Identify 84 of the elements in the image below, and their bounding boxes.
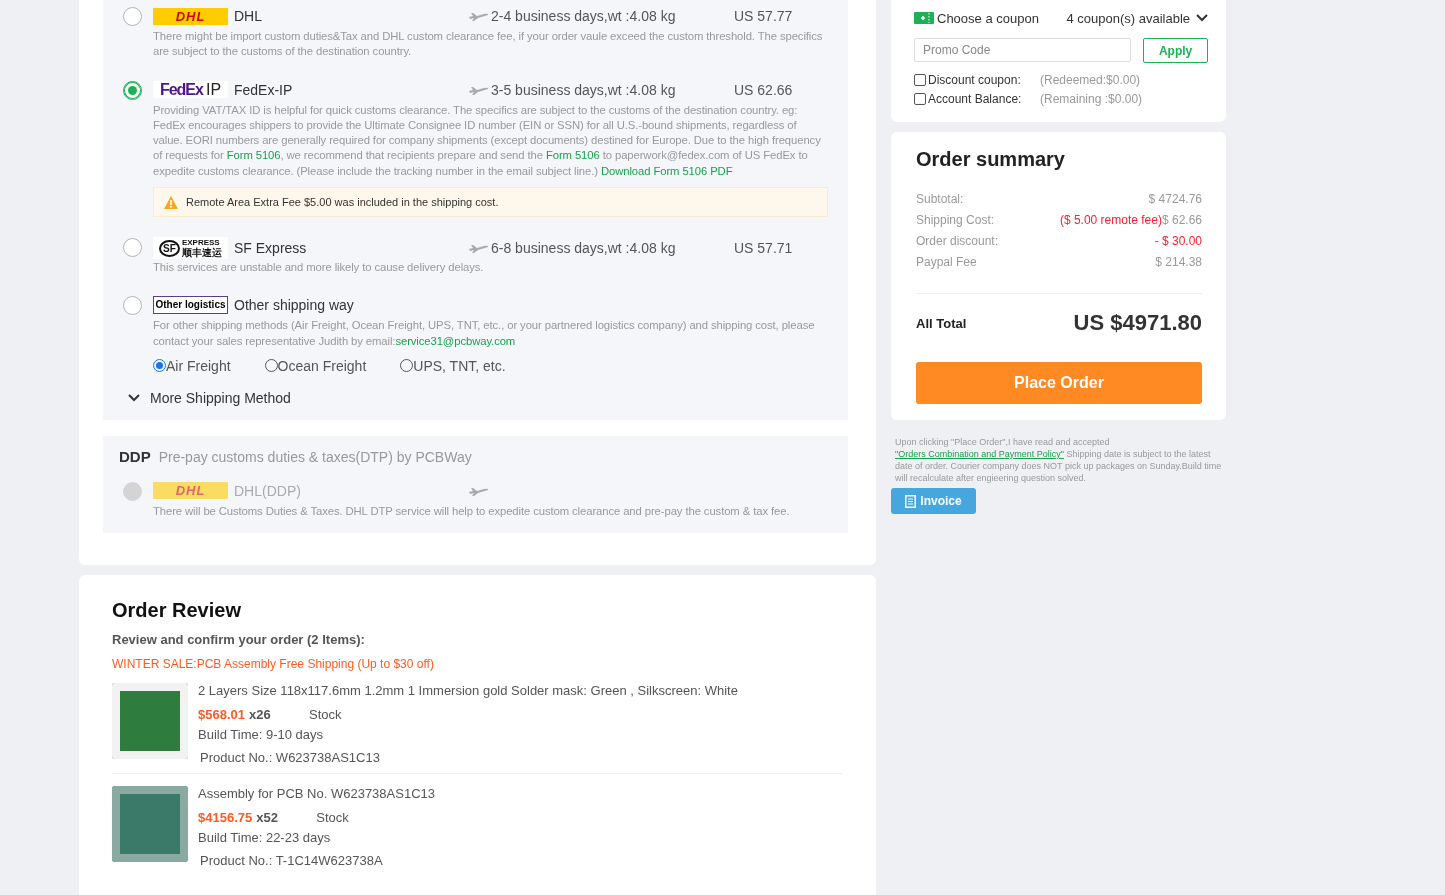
option-note: (Redeemed:$0.00)	[1040, 73, 1141, 87]
summary-label: Order discount:	[916, 233, 999, 250]
policy-link[interactable]: "Orders Combination and Payment Policy"	[895, 449, 1064, 459]
shipping-price: US 57.71	[734, 240, 794, 257]
airplane-icon	[469, 485, 489, 496]
item-quantity: x26	[249, 707, 272, 723]
promo-text: WINTER SALE:PCB Assembly Free Shipping (Up to $30 off)	[112, 657, 435, 672]
product-number: Product No.: T-1C14W623738A	[199, 853, 384, 869]
summary-title: Order summary	[916, 148, 1066, 171]
airplane-icon	[469, 243, 489, 254]
method-description: Providing VAT/TAX ID is helpful for quick customs clearance. The specifics are subject to the customs of the destination country. eg: FedEx encourages shippers to provide the Ultimate Consignee ID number (EIN or SSN) for all U.S.-bound shipments, regardless of value. EORI numbers are generally required for company shipments (except documents) destined for Europe. Due to the high frequency of requests for Form 5106, we recommend that recipients prepare and send the Form 5106 to paperwork@fedex.com of US FedEx to expedite customs clearance. (Please include the tracking number in the email subject line.) Download Form 5106 PDF	[153, 102, 822, 179]
method-description: This services are unstable and more likely to cause delivery delays.	[153, 260, 485, 276]
logo: DHL	[153, 7, 228, 25]
method-name: DHL	[234, 8, 262, 24]
item-price: $4156.75	[198, 810, 253, 826]
transit-time: 6-8 business days,wt :4.08 kg	[491, 240, 676, 257]
stock-label: Stock	[316, 810, 349, 826]
item-title: 2 Layers Size 118x117.6mm 1.2mm 1 Immersion gold Solder mask: Green , Silkscreen: White	[198, 683, 739, 699]
ticket-icon	[914, 12, 934, 24]
remote-fee-note: ($ 5.00 remote fee)	[1059, 213, 1162, 227]
option-note: (Remaining :$0.00)	[1040, 92, 1143, 106]
radio-button[interactable]	[123, 238, 142, 258]
promo-code-field[interactable]: Promo Code	[914, 38, 1132, 62]
item-quantity: x52	[256, 810, 279, 826]
notice-text: Remote Area Extra Fee $5.00 was included in the shipping cost.	[186, 196, 499, 209]
airplane-icon	[469, 11, 489, 21]
ddp-title: DDP	[119, 447, 151, 465]
summary-value: $ 4724.76	[1148, 192, 1202, 206]
more-shipping-button[interactable]: More Shipping Method	[128, 389, 291, 406]
method-name: FedEx-IP	[234, 81, 293, 98]
build-time: Build Time: 22-23 days	[198, 830, 332, 846]
total-value: US $4971.80	[1073, 310, 1202, 336]
checkbox[interactable]	[914, 74, 926, 86]
method-name: DHL(DDP)	[234, 482, 301, 499]
product-number: Product No.: W623738AS1C13	[199, 750, 381, 766]
freight-option: Air Freight	[166, 357, 231, 374]
section-title: Order Review	[112, 599, 242, 623]
shipping-price: US 62.66	[734, 81, 794, 98]
review-subtitle: Review and confirm your order (2 Items):	[112, 632, 366, 648]
apply-button[interactable]: Apply	[1143, 38, 1208, 63]
radio-button[interactable]	[123, 80, 142, 100]
summary-value: - $ 30.00	[1154, 234, 1202, 248]
option-label: Account Balance:	[928, 92, 1023, 106]
summary-label: Paypal Fee	[916, 254, 977, 271]
transit-time: 2-4 business days,wt :4.08 kg	[491, 8, 676, 24]
place-order-button[interactable]: Place Order	[916, 362, 1202, 404]
method-description: There will be Customs Duties & Taxes. DHL DTP service will help to expedite custom clearance and pre-pay the custom & tax fee.	[153, 503, 791, 519]
radio-button[interactable]	[123, 7, 142, 26]
total-label: All Total	[916, 315, 967, 331]
method-description: There might be import custom duties&Tax and DHL custom clearance fee, if your order vaule exceed the custom threshold. The specifics are subject to the customs of the destination country.	[153, 29, 824, 60]
form-link[interactable]: service31@pcbway.com	[395, 334, 516, 347]
logo: FedEx IP	[153, 81, 228, 99]
airplane-icon	[469, 84, 489, 95]
method-name: Other shipping way	[234, 297, 354, 314]
item-price: $568.01	[198, 707, 245, 723]
ddp-subtitle: Pre-pay customs duties & taxes(DTP) by PCBWay	[158, 448, 472, 465]
form-link[interactable]: Form 5106	[545, 149, 600, 162]
stock-label: Stock	[309, 707, 342, 723]
build-time: Build Time: 9-10 days	[198, 727, 324, 743]
summary-value: $ 214.38	[1155, 255, 1202, 269]
chevron-down-icon	[1196, 14, 1208, 22]
transit-time: 3-5 business days,wt :4.08 kg	[491, 81, 676, 98]
coupon-label: Choose a coupon	[937, 10, 1039, 26]
summary-label: Shipping Cost:	[916, 212, 995, 229]
freight-option: Ocean Freight	[277, 357, 367, 374]
document-icon	[905, 494, 917, 508]
warning-icon	[164, 195, 178, 209]
checkbox[interactable]	[914, 93, 926, 105]
logo: DHL	[153, 482, 228, 500]
form-link[interactable]: Download Form 5106 PDF	[600, 164, 733, 177]
logo: Other logistics	[153, 296, 228, 315]
summary-label: Subtotal:	[916, 191, 964, 208]
item-title: Assembly for PCB No. W623738AS1C13	[198, 786, 436, 802]
radio-button[interactable]	[123, 296, 142, 316]
summary-value: $ 62.66	[1161, 213, 1202, 227]
option-label: Discount coupon:	[928, 73, 1022, 87]
invoice-button[interactable]: Invoice	[891, 488, 976, 514]
freight-option: UPS, TNT, etc.	[413, 357, 506, 374]
coupon-dropdown[interactable]: 4 coupon(s) available	[1066, 10, 1208, 26]
shipping-price: US 57.77	[734, 8, 794, 24]
method-name: SF Express	[234, 240, 307, 257]
method-description: For other shipping methods (Air Freight, Ocean Freight, UPS, TNT, etc., or your partnered logistics company) and shipping cost, please contact your sales representative Judith by email:service31@pcbway.com	[153, 318, 816, 349]
chevron-down-icon	[128, 393, 140, 402]
terms-text: Upon clicking "Place Order",I have read and accepted "Orders Combination and Payment Policy" Shipping date is subject to the latest date of order. Courier company does NOT pick up packages on Sunday.Build time will recalculate after engieering question solved.	[895, 436, 1223, 484]
